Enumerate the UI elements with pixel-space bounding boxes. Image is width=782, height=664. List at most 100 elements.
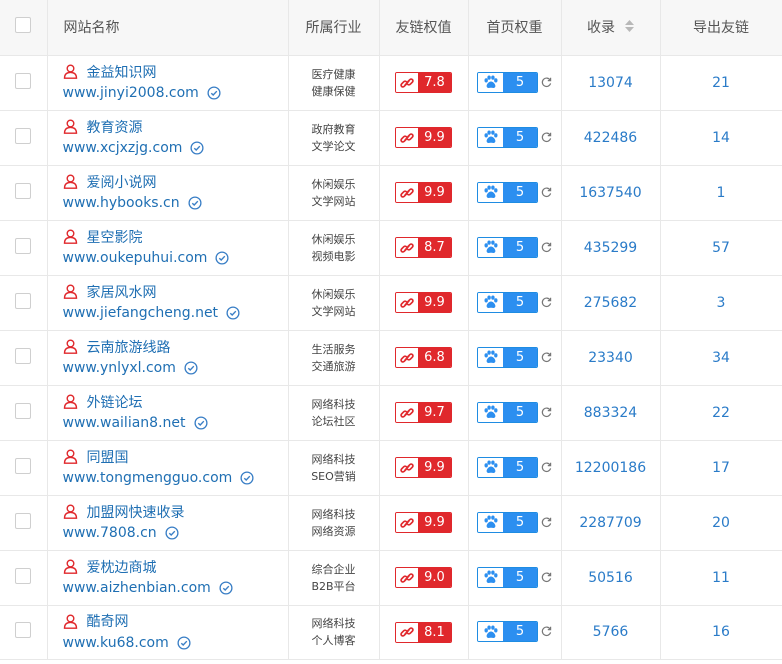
link-weight-badge[interactable]: 9.0 xyxy=(395,567,452,588)
site-url-link[interactable]: www.wailian8.net xyxy=(63,415,186,431)
link-weight-badge[interactable]: 6.8 xyxy=(395,347,452,368)
indexed-count[interactable]: 5766 xyxy=(561,605,661,660)
site-name-link[interactable]: 金益知识网 xyxy=(87,62,157,82)
site-url-link[interactable]: www.jiefangcheng.net xyxy=(63,305,219,321)
outbound-links-count[interactable]: 21 xyxy=(660,55,782,111)
header-outbound-links[interactable]: 导出友链 xyxy=(660,0,782,56)
outbound-links-count[interactable]: 1 xyxy=(660,165,782,221)
baidu-weight-badge[interactable]: 5 xyxy=(477,401,538,423)
indexed-count[interactable]: 883324 xyxy=(561,385,661,441)
outbound-links-count[interactable]: 20 xyxy=(660,495,782,551)
site-url-link[interactable]: www.hybooks.cn xyxy=(63,195,180,211)
link-weight-badge[interactable]: 9.7 xyxy=(395,402,452,423)
baidu-weight-badge[interactable]: 5 xyxy=(477,456,538,478)
refresh-icon[interactable] xyxy=(541,517,552,528)
baidu-weight-badge[interactable]: 5 xyxy=(477,236,538,258)
select-all-checkbox[interactable] xyxy=(15,17,32,34)
link-weight-badge[interactable]: 9.9 xyxy=(395,512,452,533)
refresh-icon[interactable] xyxy=(541,572,552,583)
site-url-link[interactable]: www.tongmengguo.com xyxy=(63,470,233,486)
site-url-link[interactable]: www.aizhenbian.com xyxy=(63,580,211,596)
outbound-links-count[interactable]: 3 xyxy=(660,275,782,331)
table-row: 同盟国 www.tongmengguo.com 网络科技 SEO营销 9.9 5… xyxy=(0,440,782,496)
row-checkbox[interactable] xyxy=(15,237,32,254)
outbound-links-count[interactable]: 34 xyxy=(660,330,782,386)
link-weight-badge[interactable]: 9.9 xyxy=(395,457,452,478)
site-name-link[interactable]: 酷奇网 xyxy=(87,611,129,631)
user-icon xyxy=(63,174,77,189)
site-url-link[interactable]: www.jinyi2008.com xyxy=(63,85,199,101)
refresh-icon[interactable] xyxy=(541,132,552,143)
row-checkbox[interactable] xyxy=(15,347,32,364)
baidu-weight-badge[interactable]: 5 xyxy=(477,566,538,588)
baidu-weight-badge[interactable]: 5 xyxy=(477,126,538,148)
site-url-link[interactable]: www.ynlyxl.com xyxy=(63,360,176,376)
indexed-count[interactable]: 2287709 xyxy=(561,495,661,551)
row-checkbox[interactable] xyxy=(15,182,32,199)
site-url-link[interactable]: www.xcjxzjg.com xyxy=(63,140,183,156)
refresh-icon[interactable] xyxy=(541,187,552,198)
site-name-link[interactable]: 爱枕边商城 xyxy=(87,557,157,577)
site-name-link[interactable]: 爱阅小说网 xyxy=(87,172,157,192)
baidu-weight-badge[interactable]: 5 xyxy=(477,621,538,643)
indexed-count[interactable]: 275682 xyxy=(561,275,661,331)
header-link-weight[interactable]: 友链权值 xyxy=(379,0,469,56)
row-checkbox[interactable] xyxy=(15,72,32,89)
outbound-links-count[interactable]: 14 xyxy=(660,110,782,166)
refresh-icon[interactable] xyxy=(541,462,552,473)
baidu-paw-icon xyxy=(478,292,503,312)
header-site-name[interactable]: 网站名称 xyxy=(47,0,289,56)
indexed-count[interactable]: 435299 xyxy=(561,220,661,276)
baidu-weight-badge[interactable]: 5 xyxy=(477,181,538,203)
refresh-icon[interactable] xyxy=(541,77,552,88)
baidu-weight-badge[interactable]: 5 xyxy=(477,291,538,313)
outbound-links-count[interactable]: 17 xyxy=(660,440,782,496)
indexed-count[interactable]: 23340 xyxy=(561,330,661,386)
indexed-count[interactable]: 12200186 xyxy=(561,440,661,496)
refresh-icon[interactable] xyxy=(541,626,552,637)
link-weight-badge[interactable]: 8.7 xyxy=(395,237,452,258)
header-indexed[interactable]: 收录 xyxy=(561,0,661,56)
link-weight-badge[interactable]: 8.1 xyxy=(395,621,452,643)
header-home-weight[interactable]: 首页权重 xyxy=(468,0,562,56)
refresh-icon[interactable] xyxy=(541,352,552,363)
baidu-weight-badge[interactable]: 5 xyxy=(477,511,538,533)
header-indexed-label: 收录 xyxy=(587,20,615,37)
row-checkbox[interactable] xyxy=(15,402,32,419)
site-name-link[interactable]: 云南旅游线路 xyxy=(87,337,171,357)
link-weight-badge[interactable]: 7.8 xyxy=(395,72,452,93)
header-industry[interactable]: 所属行业 xyxy=(288,0,380,56)
row-checkbox[interactable] xyxy=(15,457,32,474)
indexed-count[interactable]: 50516 xyxy=(561,550,661,606)
indexed-count[interactable]: 13074 xyxy=(561,55,661,111)
site-name-link[interactable]: 星空影院 xyxy=(87,227,143,247)
site-url-link[interactable]: www.ku68.com xyxy=(63,635,169,651)
indexed-count[interactable]: 422486 xyxy=(561,110,661,166)
refresh-icon[interactable] xyxy=(541,407,552,418)
site-name-link[interactable]: 家居风水网 xyxy=(87,282,157,302)
site-name-link[interactable]: 同盟国 xyxy=(87,447,129,467)
outbound-links-count[interactable]: 57 xyxy=(660,220,782,276)
row-checkbox[interactable] xyxy=(15,622,32,638)
site-url-link[interactable]: www.oukepuhui.com xyxy=(63,250,208,266)
baidu-weight-badge[interactable]: 5 xyxy=(477,346,538,368)
site-name-link[interactable]: 外链论坛 xyxy=(87,392,143,412)
sort-icon[interactable] xyxy=(625,20,634,36)
site-name-link[interactable]: 教育资源 xyxy=(87,117,143,137)
row-checkbox[interactable] xyxy=(15,292,32,309)
site-name-link[interactable]: 加盟网快速收录 xyxy=(87,502,185,522)
outbound-links-count[interactable]: 16 xyxy=(660,605,782,660)
refresh-icon[interactable] xyxy=(541,297,552,308)
site-url-link[interactable]: www.7808.cn xyxy=(63,525,157,541)
row-checkbox[interactable] xyxy=(15,512,32,529)
indexed-count[interactable]: 1637540 xyxy=(561,165,661,221)
refresh-icon[interactable] xyxy=(541,242,552,253)
row-checkbox[interactable] xyxy=(15,127,32,144)
link-weight-badge[interactable]: 9.9 xyxy=(395,292,452,313)
link-weight-badge[interactable]: 9.9 xyxy=(395,127,452,148)
link-weight-badge[interactable]: 9.9 xyxy=(395,182,452,203)
row-checkbox[interactable] xyxy=(15,567,32,584)
outbound-links-count[interactable]: 11 xyxy=(660,550,782,606)
baidu-weight-badge[interactable]: 5 xyxy=(477,71,538,93)
outbound-links-count[interactable]: 22 xyxy=(660,385,782,441)
